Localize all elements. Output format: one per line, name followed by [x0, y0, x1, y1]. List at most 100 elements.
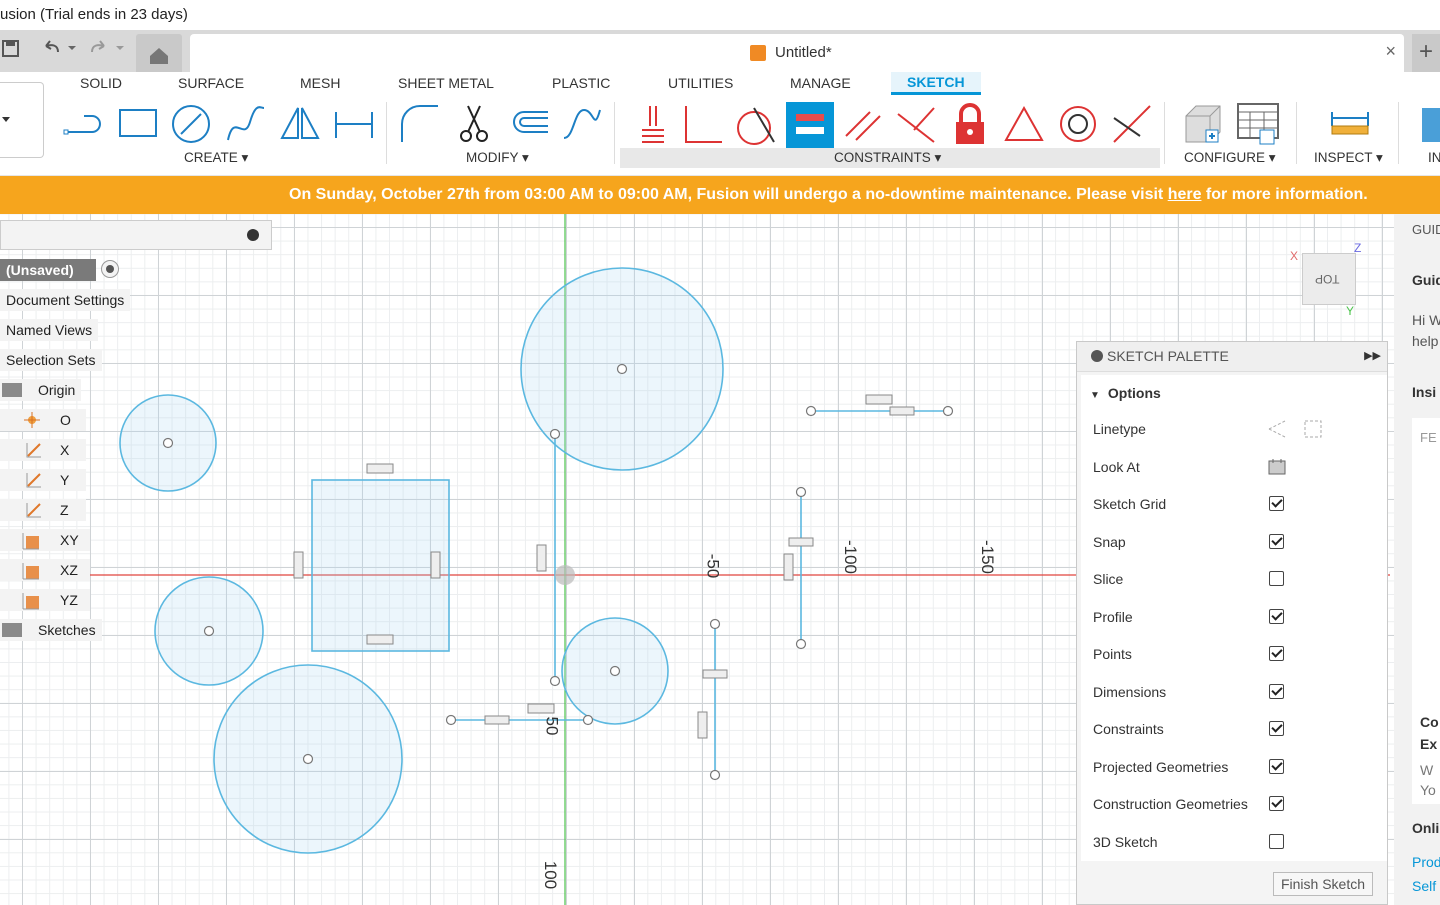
modify-menu[interactable]: MODIFY ▾ [466, 150, 529, 166]
concentric-constraint-icon[interactable] [1056, 102, 1100, 146]
trim-scissors-icon[interactable] [452, 102, 496, 146]
fix-constraint-icon[interactable] [630, 102, 674, 146]
palette-options: ▼ Options Linetype Look At Sketch Grid Sn… [1081, 375, 1387, 861]
mirror-tool-icon[interactable] [278, 102, 322, 146]
workspace-switcher[interactable] [0, 82, 44, 158]
collapse-icon[interactable] [247, 229, 259, 241]
construction-geometries-checkbox[interactable] [1269, 796, 1284, 811]
divider [1398, 102, 1399, 164]
configure-table-icon[interactable] [1236, 102, 1280, 146]
construction-linetype-icon[interactable] [1267, 419, 1287, 444]
finish-sketch-button[interactable]: Finish Sketch [1273, 872, 1373, 896]
home-button[interactable] [136, 34, 182, 72]
window-title-bar: usion (Trial ends in 23 days) [0, 0, 1440, 30]
browser-root[interactable]: (Unsaved) [0, 259, 96, 281]
browser-item-sketches[interactable]: Sketches [0, 619, 102, 641]
browser-item-y-axis[interactable]: Y [0, 469, 86, 491]
curve-tool-icon[interactable] [560, 102, 604, 146]
active-radio-icon[interactable] [101, 260, 119, 278]
configure-menu[interactable]: CONFIGURE ▾ [1184, 150, 1276, 166]
browser-item-label: Y [60, 472, 70, 488]
divider [1296, 102, 1297, 164]
tangent-constraint-icon[interactable] [734, 102, 778, 146]
fillet-tool-icon[interactable] [398, 102, 442, 146]
dimension-tool-icon[interactable] [332, 102, 376, 146]
guide-line: help [1412, 333, 1439, 349]
expand-icon[interactable]: ▶▶ [1364, 342, 1381, 370]
browser-item-origin[interactable]: Origin [0, 379, 82, 401]
offset-tool-icon[interactable] [506, 102, 550, 146]
create-menu[interactable]: CREATE ▾ [184, 150, 248, 166]
constraints-checkbox[interactable] [1269, 721, 1284, 736]
insert-icon[interactable] [1416, 102, 1440, 146]
new-tab-button[interactable]: + [1412, 34, 1440, 72]
browser-item-named-views[interactable]: Named Views [0, 319, 99, 341]
browser-item-xz-plane[interactable]: XZ [0, 559, 90, 581]
tab-surface[interactable]: SURFACE [178, 75, 244, 91]
browser-item-xy-plane[interactable]: XY [0, 529, 90, 551]
lock-icon[interactable] [948, 102, 992, 146]
line-tool-icon[interactable] [62, 102, 106, 146]
options-section[interactable]: ▼ Options [1090, 385, 1161, 401]
insert-menu[interactable]: IN [1428, 150, 1440, 165]
document-cube-icon [750, 45, 766, 61]
parallel-constraint-icon[interactable] [842, 102, 886, 146]
perpendicular-constraint-icon[interactable] [680, 102, 724, 146]
browser-item-z-axis[interactable]: Z [0, 499, 86, 521]
tab-plastic[interactable]: PLASTIC [552, 75, 610, 91]
projected-geometries-checkbox[interactable] [1269, 759, 1284, 774]
look-at-icon[interactable] [1267, 457, 1287, 482]
guide-heading: Guid [1412, 272, 1440, 288]
axis-label: 50 [542, 716, 562, 736]
browser-item-origin-point[interactable]: O [0, 409, 86, 431]
inspect-menu[interactable]: INSPECT ▾ [1314, 150, 1383, 166]
maintenance-banner: On Sunday, October 27th from 03:00 AM to… [0, 176, 1440, 214]
spline-tool-icon[interactable] [224, 102, 268, 146]
axis-icon [26, 502, 42, 518]
browser-item-label: XZ [60, 562, 78, 578]
circle-tool-icon[interactable] [170, 102, 214, 146]
browser-item-document-settings[interactable]: Document Settings [0, 289, 131, 311]
sketch-grid-checkbox[interactable] [1269, 496, 1284, 511]
viewcube-face[interactable]: TOP [1315, 272, 1339, 286]
points-checkbox[interactable] [1269, 646, 1284, 661]
measure-ruler-icon[interactable] [1328, 102, 1372, 146]
coincident-constraint-icon[interactable] [894, 102, 938, 146]
triangle-constraint-icon[interactable] [1002, 102, 1046, 146]
undo-icon[interactable] [42, 38, 80, 64]
guide-panel: GUID Guid Hi W help Insi FE Co Ex W Yo O… [1394, 214, 1440, 905]
slice-checkbox[interactable] [1269, 571, 1284, 586]
close-tab-icon[interactable]: × [1385, 41, 1396, 62]
browser-item-x-axis[interactable]: X [0, 439, 86, 461]
tab-solid[interactable]: SOLID [80, 75, 122, 91]
tab-sketch[interactable]: SKETCH [891, 72, 981, 95]
save-icon[interactable] [2, 38, 20, 64]
3d-sketch-label: 3D Sketch [1093, 834, 1158, 850]
midpoint-constraint-icon[interactable] [1110, 102, 1154, 146]
constraints-menu[interactable]: CONSTRAINTS ▾ [834, 150, 941, 166]
3d-sketch-checkbox[interactable] [1269, 834, 1284, 849]
profile-checkbox[interactable] [1269, 609, 1284, 624]
guide-tab[interactable]: GUID [1412, 222, 1440, 237]
equal-constraint-icon[interactable] [786, 102, 834, 148]
guide-link[interactable]: Self [1412, 878, 1440, 894]
tab-utilities[interactable]: UTILITIES [668, 75, 733, 91]
rectangle-tool-icon[interactable] [116, 102, 160, 146]
banner-link[interactable]: here [1168, 186, 1202, 203]
collapse-icon[interactable] [1091, 350, 1103, 362]
guide-card[interactable]: FE Co Ex W Yo [1412, 418, 1440, 804]
centerline-linetype-icon[interactable] [1303, 419, 1323, 444]
tab-mesh[interactable]: MESH [300, 75, 340, 91]
viewcube[interactable]: TOP [1302, 253, 1356, 305]
guide-link[interactable]: Prod [1412, 854, 1440, 870]
redo-icon[interactable] [88, 38, 128, 64]
configure-cube-icon[interactable] [1180, 102, 1224, 146]
sketch-rectangle [311, 479, 450, 652]
snap-checkbox[interactable] [1269, 534, 1284, 549]
tab-manage[interactable]: MANAGE [790, 75, 851, 91]
document-tab[interactable]: Untitled* × [190, 34, 1404, 72]
browser-item-yz-plane[interactable]: YZ [0, 589, 90, 611]
browser-item-selection-sets[interactable]: Selection Sets [0, 349, 102, 371]
dimensions-checkbox[interactable] [1269, 684, 1284, 699]
tab-sheet-metal[interactable]: SHEET METAL [398, 75, 494, 91]
